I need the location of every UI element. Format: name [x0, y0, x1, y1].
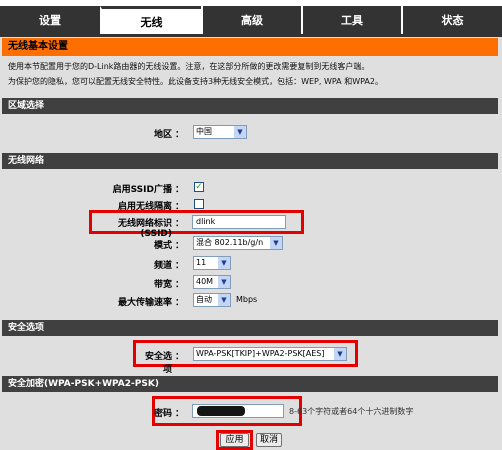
tab-settings[interactable]: 设置 [0, 6, 100, 34]
password-hint: 8-63个字符或者64个十六进制数字 [289, 407, 414, 416]
colon: ： [175, 261, 185, 271]
region-select-value: 中国 [196, 127, 212, 136]
intro-line-1: 使用本节配置用于您的D-Link路由器的无线设置。注意，在这部分所做的更改需要复… [8, 62, 370, 71]
security-section-header: 安全选项 [2, 320, 498, 336]
intro-line-2: 为保护您的隐私，您可以配置无线安全特性。此设备支持3种无线安全模式，包括：WEP… [8, 77, 383, 86]
max-rate-select-value: 自动 [196, 295, 212, 304]
colon: ： [175, 409, 185, 419]
chevron-down-icon: ▼ [218, 294, 230, 306]
mode-select-value: 混合 802.11b/g/n [196, 238, 264, 247]
ssid-broadcast-label: 启用SSID广播 [112, 185, 172, 195]
cancel-button[interactable]: 取消 [256, 433, 282, 447]
bandwidth-select[interactable]: 40M ▼ [193, 275, 231, 289]
encryption-section-header: 安全加密(WPA-PSK+WPA2-PSK) [2, 376, 498, 392]
region-section-body [2, 114, 498, 146]
wireless-section-header: 无线网络 [2, 153, 498, 169]
chevron-down-icon: ▼ [270, 237, 282, 249]
colon: ： [175, 241, 185, 251]
security-select[interactable]: WPA-PSK[TKIP]+WPA2-PSK[AES] ▼ [193, 347, 347, 361]
colon: ： [175, 219, 185, 229]
tab-wireless[interactable]: 无线 [100, 6, 201, 34]
colon: ： [175, 280, 185, 290]
security-label: 安全选项 [144, 352, 172, 375]
chevron-down-icon: ▼ [218, 257, 230, 269]
tab-status[interactable]: 状态 [401, 6, 502, 34]
region-select[interactable]: 中国 ▼ [193, 125, 247, 139]
chevron-down-icon: ▼ [234, 126, 246, 138]
mode-label: 模式 [153, 241, 172, 251]
max-rate-label: 最大传输速率 [117, 298, 172, 308]
intro-text: 使用本节配置用于您的D-Link路由器的无线设置。注意，在这部分所做的更改需要复… [2, 56, 498, 92]
colon: ： [175, 298, 185, 308]
region-section-header: 区域选择 [2, 98, 498, 114]
apply-button[interactable]: 应用 [220, 433, 249, 447]
channel-label: 频道 [153, 261, 172, 271]
mode-select[interactable]: 混合 802.11b/g/n ▼ [193, 236, 283, 250]
region-label: 地区 [153, 130, 172, 140]
ssid-input[interactable]: dlink [192, 215, 286, 229]
colon: ： [175, 352, 185, 362]
tab-tools[interactable]: 工具 [301, 6, 401, 34]
chevron-down-icon: ▼ [218, 276, 230, 288]
page-title: 无线基本设置 [2, 38, 498, 56]
ssid-label: 无线网络标识(SSID) [117, 219, 172, 239]
tab-advanced[interactable]: 高级 [201, 6, 301, 34]
password-input[interactable] [192, 404, 284, 418]
chevron-down-icon: ▼ [334, 348, 346, 360]
password-redaction [197, 406, 245, 416]
ssid-broadcast-checkbox[interactable]: ✓ [194, 182, 204, 192]
security-select-value: WPA-PSK[TKIP]+WPA2-PSK[AES] [196, 349, 325, 358]
max-rate-unit: Mbps [236, 295, 258, 304]
channel-select-value: 11 [196, 258, 207, 267]
main-tabs: 设置 无线 高级 工具 状态 [0, 6, 502, 34]
channel-select[interactable]: 11 ▼ [193, 256, 231, 270]
bandwidth-select-value: 40M [196, 277, 214, 286]
colon: ： [175, 185, 185, 195]
isolation-checkbox[interactable] [194, 199, 204, 209]
password-label: 密码 [153, 409, 172, 419]
colon: ： [175, 130, 185, 140]
max-rate-select[interactable]: 自动 ▼ [193, 293, 231, 307]
bandwidth-label: 带宽 [153, 280, 172, 290]
